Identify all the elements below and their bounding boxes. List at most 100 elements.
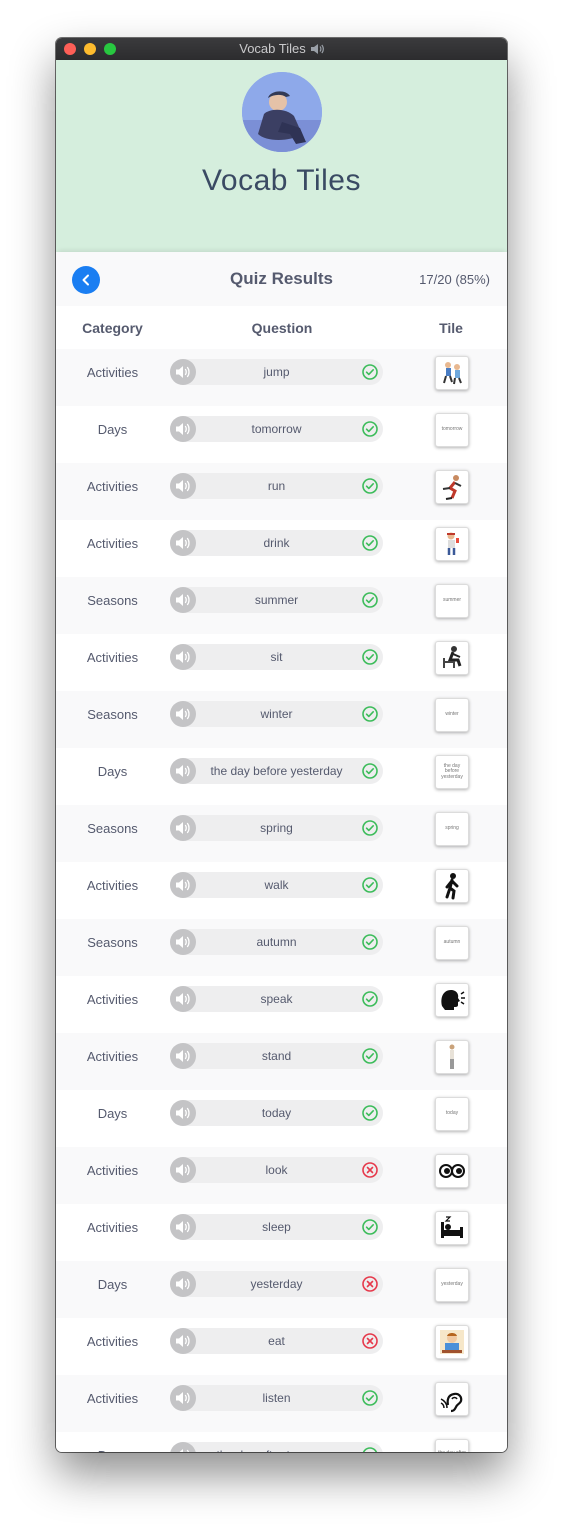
vocab-tile[interactable] [435,1154,469,1188]
results-list: Activities jump Days tomorrow tomorrow Activi… [56,349,507,1452]
question-pill: tomorrow [170,416,383,442]
vocab-tile[interactable] [435,1211,469,1245]
speaker-icon [179,1449,190,1452]
play-audio-button[interactable] [170,359,196,385]
vocab-tile[interactable]: today [435,1097,469,1131]
question-word: stand [261,1049,292,1063]
speaker-emoji-icon [310,44,324,54]
question-word: autumn [256,935,297,949]
vocab-tile[interactable]: the day after tomorrow [435,1439,469,1452]
result-row: Days tomorrow tomorrow [56,406,507,463]
play-audio-button[interactable] [170,1157,196,1183]
play-audio-button[interactable] [170,1328,196,1354]
play-audio-button[interactable] [170,644,196,670]
result-row: Activities stand [56,1033,507,1090]
question-word: walk [264,878,289,892]
speaker-icon [176,1335,190,1347]
correct-check-icon [362,421,378,437]
column-header-question: Question [251,320,313,336]
question-word: eat [268,1334,285,1348]
question-pill: winter [170,701,383,727]
row-category: Days [97,764,128,779]
vocab-tile[interactable] [435,470,469,504]
play-audio-button[interactable] [170,701,196,727]
vocab-tile[interactable]: tomorrow [435,413,469,447]
tile-text: spring [445,825,459,832]
play-audio-button[interactable] [170,1100,196,1126]
question-word: yesterday [250,1277,303,1291]
vocab-tile[interactable] [435,983,469,1017]
vocab-tile[interactable]: winter [435,698,469,732]
speaker-icon [176,1107,190,1119]
question-pill: yesterday [170,1271,383,1297]
play-audio-button[interactable] [170,1271,196,1297]
vocab-tile[interactable] [435,641,469,675]
question-pill: the day after tomorrow [170,1442,383,1452]
vocab-tile[interactable]: the day before yesterday [435,755,469,789]
question-word: the day after tomorrow [196,1442,357,1452]
correct-check-icon [362,1219,378,1235]
incorrect-x-icon [362,1162,378,1178]
zoom-window-button[interactable] [104,43,116,55]
question-word: speak [260,992,293,1006]
incorrect-x-icon [362,1333,378,1349]
speaker-icon [176,1278,190,1290]
question-pill: the day before yesterday [170,758,383,784]
incorrect-x-icon [362,1276,378,1292]
question-word: look [265,1163,288,1177]
result-row: Activities look [56,1147,507,1204]
question-word: winter [260,707,293,721]
play-audio-button[interactable] [170,587,196,613]
speaker-icon [176,1221,190,1233]
question-word: spring [260,821,293,835]
vocab-tile[interactable]: yesterday [435,1268,469,1302]
row-category: Seasons [87,821,138,836]
play-audio-button[interactable] [170,758,196,784]
question-pill: jump [170,359,383,385]
minimize-window-button[interactable] [84,43,96,55]
vocab-tile[interactable] [435,869,469,903]
question-pill: spring [170,815,383,841]
vocab-tile[interactable] [435,527,469,561]
vocab-tile[interactable] [435,356,469,390]
question-pill: stand [170,1043,383,1069]
play-audio-button[interactable] [170,416,196,442]
play-audio-button[interactable] [170,1043,196,1069]
tile-text: winter [445,711,459,718]
play-audio-button[interactable] [170,473,196,499]
vocab-tile[interactable] [435,1325,469,1359]
question-word: jump [263,365,290,379]
tile-text: the day after tomorrow [436,1450,468,1452]
tile-text: the day before yesterday [441,762,463,780]
row-category: Days [97,1277,128,1292]
quiz-results-panel: Quiz Results 17/20 (85%) Category Questi… [56,252,507,1452]
question-pill: listen [170,1385,383,1411]
question-pill: today [170,1100,383,1126]
vocab-tile[interactable]: autumn [435,926,469,960]
question-pill: sleep [170,1214,383,1240]
vocab-tile[interactable] [435,1040,469,1074]
speaker-icon [176,822,190,834]
play-audio-button[interactable] [170,1442,196,1452]
result-row: Activities jump [56,349,507,406]
play-audio-button[interactable] [170,1385,196,1411]
question-word: today [261,1106,292,1120]
play-audio-button[interactable] [170,1214,196,1240]
row-category: Activities [86,365,139,380]
question-word: the day before yesterday [210,764,343,778]
column-header-category: Category [82,320,143,336]
play-audio-button[interactable] [170,929,196,955]
tile-text: autumn [443,939,461,946]
vocab-tile[interactable]: summer [435,584,469,618]
play-audio-button[interactable] [170,872,196,898]
app-name-heading: Vocab Tiles [202,164,361,197]
close-window-button[interactable] [64,43,76,55]
tile-text: tomorrow [441,426,463,433]
play-audio-button[interactable] [170,986,196,1012]
play-audio-button[interactable] [170,815,196,841]
play-audio-button[interactable] [170,530,196,556]
correct-check-icon [362,763,378,779]
speak-icon [438,986,466,1014]
vocab-tile[interactable]: spring [435,812,469,846]
vocab-tile[interactable] [435,1382,469,1416]
